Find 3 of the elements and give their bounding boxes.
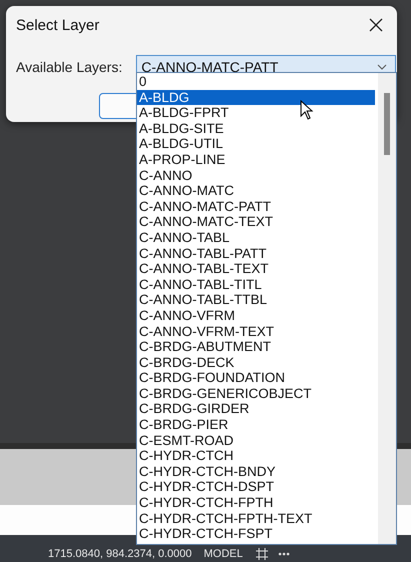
- coordinates-readout: 1715.0840, 984.2374, 0.0000: [48, 548, 192, 561]
- field-label: Available Layers:: [16, 59, 122, 75]
- window-title: Select Layer: [16, 16, 100, 34]
